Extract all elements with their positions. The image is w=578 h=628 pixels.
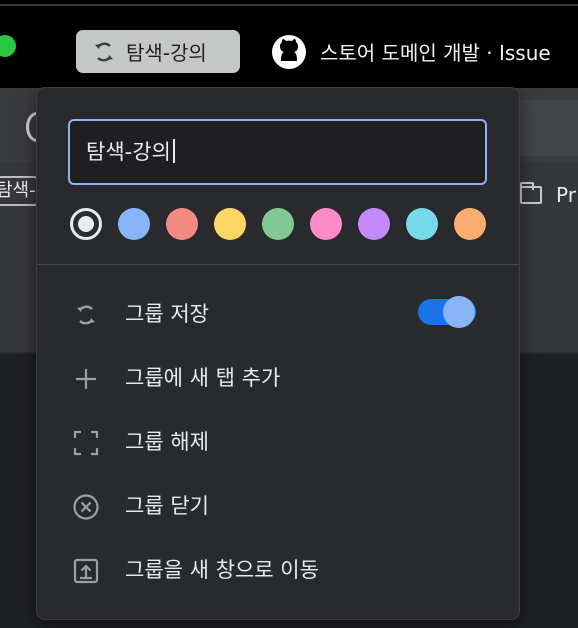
folder-icon <box>520 182 542 204</box>
tab-group-chip[interactable]: 탐색-강의 <box>76 30 240 73</box>
color-swatch-green[interactable] <box>262 208 294 240</box>
menu-item-move-to-window[interactable]: 그룹을 새 창으로 이동 <box>37 538 519 602</box>
window-top-edge <box>0 4 578 6</box>
move-to-window-icon <box>73 558 99 584</box>
color-swatch-purple[interactable] <box>358 208 390 240</box>
tab-github-issue[interactable]: 스토어 도메인 개발 · Issue <box>270 30 578 73</box>
tab-group-editor: 탐색-강의 그룹 저장 그룹에 새 탭 추가 그룹 해제 그룹 닫기 그룹을 새… <box>37 88 519 619</box>
color-swatch-grey[interactable] <box>70 208 102 240</box>
menu-item-add-tab[interactable]: 그룹에 새 탭 추가 <box>37 346 519 410</box>
bookmark-chip[interactable]: 탐색-강 <box>0 176 40 206</box>
close-circle-icon <box>73 494 99 520</box>
menu-label-move-to-window: 그룹을 새 창으로 이동 <box>125 558 319 582</box>
toolbar-omnibox-edge <box>518 100 578 156</box>
color-swatch-yellow[interactable] <box>214 208 246 240</box>
menu-label-add-tab: 그룹에 새 탭 추가 <box>125 366 281 390</box>
menu-divider <box>37 264 519 265</box>
tab-group-chip-label: 탐색-강의 <box>126 41 207 65</box>
menu-label-ungroup: 그룹 해제 <box>125 430 209 454</box>
menu-item-ungroup[interactable]: 그룹 해제 <box>37 410 519 474</box>
bookmark-folder-label[interactable]: Pr <box>556 183 576 207</box>
plus-icon <box>76 369 96 389</box>
color-swatch-red[interactable] <box>166 208 198 240</box>
color-swatch-orange[interactable] <box>454 208 486 240</box>
sync-icon <box>95 42 113 61</box>
color-swatch-cyan[interactable] <box>406 208 438 240</box>
github-icon <box>272 34 306 69</box>
group-name-value: 탐색-강의 <box>86 140 171 164</box>
menu-label-save-group: 그룹 저장 <box>125 302 209 326</box>
ungroup-icon <box>73 430 99 456</box>
tab-title: 스토어 도메인 개발 · Issue <box>320 41 551 65</box>
color-swatch-pink[interactable] <box>310 208 342 240</box>
menu-item-close-group[interactable]: 그룹 닫기 <box>37 474 519 538</box>
menu-label-close-group: 그룹 닫기 <box>125 494 209 518</box>
color-swatch-blue[interactable] <box>118 208 150 240</box>
bookmark-chip-label: 탐색-강 <box>0 180 38 201</box>
sync-icon <box>77 305 95 325</box>
save-group-toggle-knob[interactable] <box>443 296 475 328</box>
group-name-input[interactable]: 탐색-강의 <box>68 119 487 185</box>
text-caret <box>172 139 175 163</box>
